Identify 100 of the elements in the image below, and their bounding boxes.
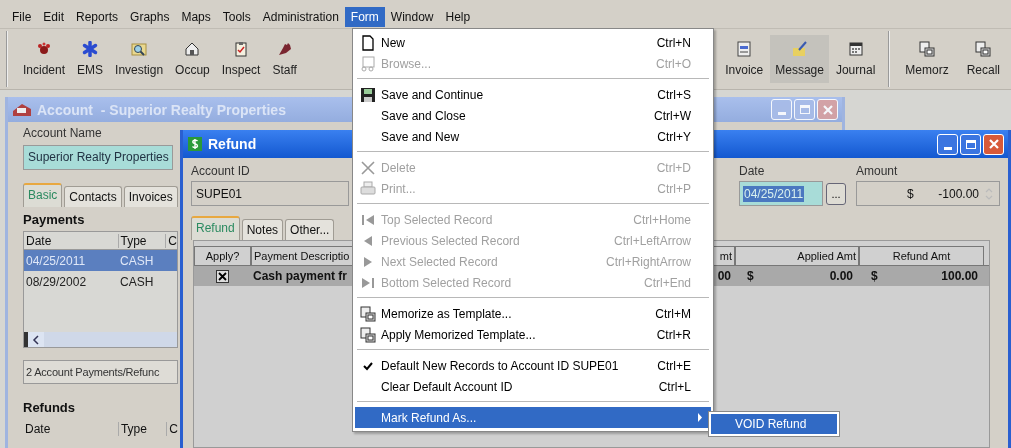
date-field[interactable]: 04/25/2011	[739, 181, 823, 206]
account-id-field[interactable]: SUPE01	[191, 181, 349, 206]
note-icon	[791, 41, 808, 57]
table-cell-text: Cash payment fr	[252, 268, 349, 285]
toolbar-button[interactable]: Recall	[961, 35, 1005, 83]
shortcut-label: Ctrl+M	[655, 306, 691, 321]
table-cell: 100.00	[941, 269, 978, 283]
tab[interactable]: Other...	[285, 219, 335, 240]
toolbar-button[interactable]: Occup	[170, 35, 215, 83]
menu-bar-item[interactable]: Form	[344, 7, 385, 27]
menu-bar-item[interactable]: Edit	[37, 7, 71, 27]
menu-item[interactable]: Default New Records to Account ID SUPE01 Ctrl+E	[355, 355, 711, 376]
field-label: Account ID	[191, 164, 250, 178]
menu-bar-item[interactable]: Reports	[70, 7, 125, 27]
shortcut-label: Ctrl+Home	[633, 212, 691, 227]
menu-bar-item[interactable]: Administration	[256, 7, 345, 27]
floppy-icon	[360, 86, 376, 103]
menu-item[interactable]: New Ctrl+N	[355, 32, 711, 53]
tab[interactable]: Notes	[241, 219, 284, 240]
calendar-icon	[847, 41, 864, 57]
toolbar-button[interactable]: Incident	[18, 35, 71, 83]
shortcut-label: Ctrl+E	[657, 358, 691, 373]
section-heading: Payments	[23, 212, 86, 227]
tab[interactable]: Contacts	[64, 186, 122, 207]
maximize-button[interactable]	[960, 133, 981, 155]
menu-item[interactable]: Mark Refund As...	[355, 407, 711, 428]
house-icon	[184, 41, 201, 57]
menu-bar-item[interactable]: Tools	[216, 7, 257, 27]
menu-item[interactable]: Clear Default Account ID Ctrl+L	[355, 376, 711, 397]
table-cell: 00	[717, 269, 731, 283]
burst-icon	[36, 41, 52, 57]
menu-bar-item[interactable]: File	[6, 7, 38, 27]
minimize-button[interactable]	[937, 133, 958, 155]
template-icon	[918, 41, 935, 57]
close-icon	[821, 103, 834, 116]
template-icon	[360, 326, 376, 343]
menu-item[interactable]: Save and Close Ctrl+W	[355, 105, 711, 126]
shortcut-label: Ctrl+End	[643, 275, 691, 290]
table-cell: 0.00	[829, 269, 853, 283]
dollar-icon	[187, 136, 203, 152]
menu-bar-item[interactable]: Graphs	[124, 7, 176, 27]
date-picker-button[interactable]: ...	[826, 182, 846, 205]
browse-icon	[360, 55, 376, 72]
column-header[interactable]: C	[166, 421, 178, 436]
column-header[interactable]: Apply?	[194, 245, 251, 265]
toolbar-button[interactable]: Investign	[110, 35, 169, 83]
horizontal-scrollbar[interactable]	[24, 332, 177, 347]
shortcut-label: Ctrl+S	[657, 87, 691, 102]
tab[interactable]: Invoices	[123, 186, 178, 207]
shortcut-label: Ctrl+LeftArrow	[613, 233, 691, 248]
toolbar-button[interactable]: Message	[770, 35, 829, 83]
menu-bar-item[interactable]: Maps	[175, 7, 217, 27]
scroll-left-icon	[32, 334, 40, 345]
form-icon	[736, 41, 753, 57]
menu-bar-item[interactable]: Window	[384, 7, 440, 27]
close-button[interactable]	[983, 133, 1004, 155]
shortcut-label: Ctrl+P	[657, 181, 691, 196]
menu-item[interactable]: Apply Memorized Template... Ctrl+R	[355, 324, 711, 345]
shortcut-label: Ctrl+W	[654, 108, 691, 123]
shortcut-label: Ctrl+R	[656, 327, 691, 342]
menu-item[interactable]: Memorize as Template... Ctrl+M	[355, 303, 711, 324]
toolbar-button[interactable]: Inspect	[216, 35, 266, 83]
column-header[interactable]: Type	[117, 421, 167, 436]
shortcut-label: Ctrl+O	[656, 56, 691, 71]
shortcut-label: Ctrl+Y	[657, 129, 691, 144]
menu-item[interactable]: VOID Refund	[711, 414, 837, 434]
shortcut-label: Ctrl+D	[656, 160, 691, 175]
menu-item[interactable]: Save and Continue Ctrl+S	[355, 84, 711, 105]
column-header[interactable]: Applied Amt	[735, 245, 859, 265]
amount-field[interactable]: $ -100.00	[856, 181, 1000, 206]
field-label: Date	[739, 164, 765, 178]
template-icon	[360, 305, 376, 322]
checkbox[interactable]	[216, 269, 229, 283]
close-button[interactable]	[817, 99, 838, 120]
close-icon	[987, 138, 1000, 150]
section-heading: Refunds	[23, 400, 76, 415]
shortcut-label: Ctrl+L	[658, 379, 691, 394]
list-row[interactable]: 08/29/2002 CASH	[24, 271, 177, 292]
column-header[interactable]: Type	[117, 233, 166, 248]
printer-icon	[360, 180, 376, 197]
building-icon	[12, 102, 32, 117]
toolbar-button[interactable]: EMS	[72, 35, 109, 83]
hand-icon	[276, 41, 293, 57]
submenu-arrow-icon	[697, 413, 703, 422]
column-header[interactable]: Refund Amt	[859, 245, 984, 265]
menu-bar-item[interactable]: Help	[439, 7, 477, 27]
status-field: 2 Account Payments/Refunc	[23, 360, 178, 384]
account-name-field[interactable]: Superior Realty Properties	[23, 145, 173, 170]
toolbar-button[interactable]: Staff	[267, 35, 302, 83]
magnifier-icon	[131, 41, 148, 57]
shortcut-label: Ctrl+RightArrow	[605, 254, 691, 269]
toolbar-button[interactable]: Invoice	[720, 35, 769, 83]
menu-item[interactable]: Save and New Ctrl+Y	[355, 126, 711, 147]
column-header[interactable]: Date	[24, 233, 118, 248]
column-header[interactable]: C	[165, 233, 177, 248]
toolbar-button[interactable]: Journal	[830, 35, 881, 83]
field-label: Amount	[856, 164, 898, 178]
cross-icon	[360, 159, 376, 176]
column-header[interactable]: Date	[23, 421, 118, 436]
toolbar-button[interactable]: Memorz	[900, 35, 954, 83]
